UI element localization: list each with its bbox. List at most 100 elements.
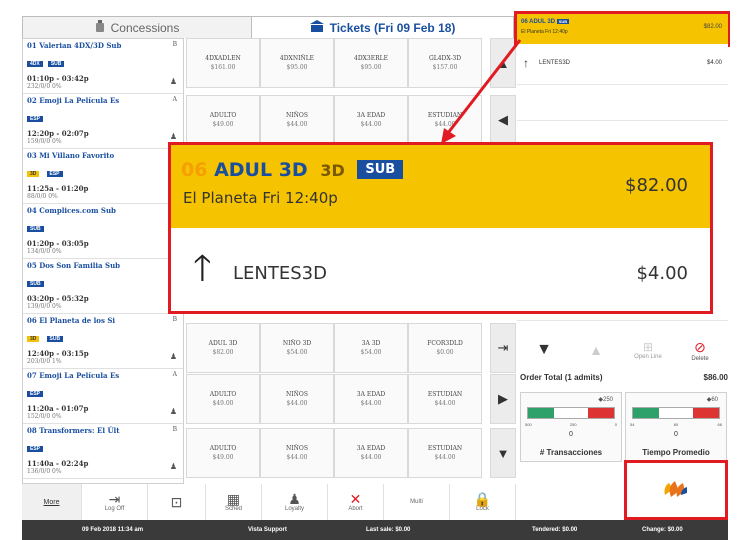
- session-item[interactable]: 05 Dos Son Familia Sub SUB 03:20p - 05:32…: [23, 259, 183, 314]
- ticket-type-button[interactable]: NIÑO 3D $54.00: [260, 323, 334, 373]
- ticket-type-button[interactable]: ADUL 3D $82.00: [186, 323, 260, 373]
- session-rating: A: [172, 96, 177, 103]
- nav-up-button[interactable]: ▲: [490, 38, 516, 88]
- open-line-button[interactable]: ⊞ Open Line: [622, 330, 674, 370]
- move-up-button[interactable]: ▲: [570, 330, 622, 370]
- session-item[interactable]: 02 Emoji La Película Es ESP 12:20p - 02:0…: [23, 94, 183, 149]
- chevron-up-icon: ▲: [589, 342, 603, 358]
- session-occupancy: 159/0/0 0%: [27, 138, 62, 145]
- gauge-scale: 54 60 66: [630, 422, 722, 427]
- ticket-type-price: $44.00: [434, 400, 456, 407]
- session-time: 12:20p - 02:07p: [27, 129, 89, 138]
- zoom-ticket-name: ADUL 3D: [214, 159, 308, 181]
- tab-tickets[interactable]: Tickets (Fri 09 Feb 18): [252, 16, 514, 38]
- ticket-type-button[interactable]: 4DX3ERLE $95.00: [334, 38, 408, 88]
- log-off-button[interactable]: ⇥ Log Off: [82, 484, 148, 520]
- abort-button[interactable]: ✕ Abort: [328, 484, 384, 520]
- gauge-label: # Transacciones: [539, 448, 603, 457]
- session-time: 03:20p - 05:32p: [27, 294, 89, 303]
- order-line-ticket: ADUL 3D: [529, 19, 556, 25]
- more-button[interactable]: More: [22, 484, 82, 520]
- ticket-type-button[interactable]: 3A EDAD $44.00: [334, 374, 408, 424]
- tab-concessions-label: Concessions: [110, 20, 180, 35]
- loyalty-button[interactable]: ♟ Loyalty: [262, 484, 328, 520]
- ticket-type-button[interactable]: 4DXNIÑLE $95.00: [260, 38, 334, 88]
- session-list: 01 Valerian 4DX/3D Sub 4DX SUB 01:10p - 0…: [22, 38, 184, 484]
- order-line-selected[interactable]: 06 ADUL 3D SUB El Planeta Fri 12:40p $82…: [517, 14, 728, 44]
- session-badges: SUB: [27, 215, 179, 234]
- ticket-type-name: 4DX3ERLE: [354, 55, 388, 62]
- session-badge: ESP: [27, 116, 44, 122]
- nav-expand-button[interactable]: ⇥: [490, 323, 516, 373]
- ticket-type-name: 3A EDAD: [356, 112, 386, 119]
- ticket-type-button[interactable]: NIÑOS $44.00: [260, 95, 334, 145]
- lock-button[interactable]: 🔒 Lock: [450, 484, 516, 520]
- divider: [517, 120, 728, 121]
- session-time: 12:40p - 03:15p: [27, 349, 89, 358]
- session-item[interactable]: 08 Transformers: El Últ ESP 11:40a - 02:2…: [23, 424, 183, 479]
- gauge-label: Tiempo Promedio: [642, 448, 710, 457]
- ticket-type-button[interactable]: ADULTO $49.00: [186, 374, 260, 424]
- waving-hand-icon: [661, 477, 691, 504]
- ticket-type-price: $0.00: [436, 349, 454, 356]
- zoom-title: 06 ADUL 3D 3D SUB: [181, 159, 404, 181]
- order-line-price: $82.00: [703, 24, 722, 30]
- sched-button[interactable]: ▦ Sched: [206, 484, 262, 520]
- calendar-icon: ▦: [226, 491, 241, 507]
- ticket-type-price: $44.00: [360, 121, 382, 128]
- ticket-type-name: 4DXNIÑLE: [279, 55, 315, 62]
- sched-label: Sched: [224, 506, 242, 512]
- order-line-lentes[interactable]: ↑ LENTES3D $4.00: [517, 44, 728, 84]
- ticket-type-button[interactable]: ESTUDIAN $44.00: [408, 428, 482, 478]
- session-time: 01:20p - 03:05p: [27, 239, 89, 248]
- status-support: Vista Support: [248, 527, 287, 533]
- nav-left-button[interactable]: ◀: [490, 95, 516, 145]
- settings-button[interactable]: ⊡: [148, 484, 206, 520]
- delete-icon: ⊘: [694, 338, 706, 355]
- session-item[interactable]: 07 Emoji La Película Es ESP 11:20a - 01:0…: [23, 369, 183, 424]
- nav-right-button[interactable]: ▶: [490, 374, 516, 424]
- gauge-value: 0: [674, 431, 678, 438]
- session-time: 01:10p - 03:42p: [27, 74, 89, 83]
- arrow-up-icon: 🡑: [193, 247, 212, 288]
- ticket-type-button[interactable]: 4DXADLEN $161.00: [186, 38, 260, 88]
- wave-button[interactable]: [624, 460, 728, 520]
- ticket-type-name: ADUL 3D: [208, 340, 238, 347]
- ticket-type-button[interactable]: ESTUDIAN $44.00: [408, 374, 482, 424]
- status-datetime: 09 Feb 2018 11:34 am: [82, 527, 144, 533]
- gauge-scale: 500 250 0: [525, 422, 617, 427]
- session-item[interactable]: 01 Valerian 4DX/3D Sub 4DX SUB 01:10p - 0…: [23, 39, 183, 94]
- session-title: 01 Valerian 4DX/3D Sub: [27, 41, 122, 50]
- people-icon: ♟: [169, 352, 177, 361]
- ticket-type-button[interactable]: GL4DX-3D $157.00: [408, 38, 482, 88]
- ticket-type-button[interactable]: 3A EDAD $44.00: [334, 95, 408, 145]
- session-item[interactable]: 04 Complices.com Sub SUB 01:20p - 03:05p 1…: [23, 204, 183, 259]
- ticket-type-price: $44.00: [360, 400, 382, 407]
- session-badge: SUB: [47, 61, 65, 67]
- ticket-type-button[interactable]: 3A 3D $54.00: [334, 323, 408, 373]
- ticket-type-button[interactable]: FCOR3DLD $0.00: [408, 323, 482, 373]
- multi-button[interactable]: Multi: [384, 484, 450, 520]
- ticket-type-button[interactable]: ADULTO $49.00: [186, 95, 260, 145]
- session-badges: ESP: [27, 105, 179, 124]
- order-line-lentes-price: $4.00: [706, 60, 722, 66]
- ticket-type-price: $161.00: [210, 64, 236, 71]
- status-change: Change: $0.00: [642, 527, 683, 533]
- ticket-type-button[interactable]: NIÑOS $44.00: [260, 428, 334, 478]
- move-down-button[interactable]: ▼: [518, 330, 570, 370]
- ticket-type-button[interactable]: NIÑOS $44.00: [260, 374, 334, 424]
- arrow-up-icon: ↑: [523, 56, 529, 70]
- session-title: 08 Transformers: El Últ: [27, 426, 120, 435]
- session-badge: ESP: [27, 391, 44, 397]
- session-item[interactable]: 06 El Planeta de los Si 3D SUB 12:40p - 0…: [23, 314, 183, 369]
- log-off-label: Log Off: [104, 506, 125, 512]
- ticket-type-button[interactable]: ADULTO $49.00: [186, 428, 260, 478]
- ticket-type-button[interactable]: 3A EDAD $44.00: [334, 428, 408, 478]
- order-total: Order Total (1 admits) $86.00: [520, 373, 728, 382]
- tab-concessions[interactable]: Concessions: [22, 16, 252, 38]
- delete-button[interactable]: ⊘ Delete: [674, 330, 726, 370]
- nav-down-button[interactable]: ▼: [490, 428, 516, 478]
- ticket-type-button[interactable]: ESTUDIAN $44.00: [408, 95, 482, 145]
- ticket-type-name: NIÑOS: [286, 112, 308, 119]
- session-item[interactable]: 03 Mi Villano Favorito 3D ESP 11:25a - 01…: [23, 149, 183, 204]
